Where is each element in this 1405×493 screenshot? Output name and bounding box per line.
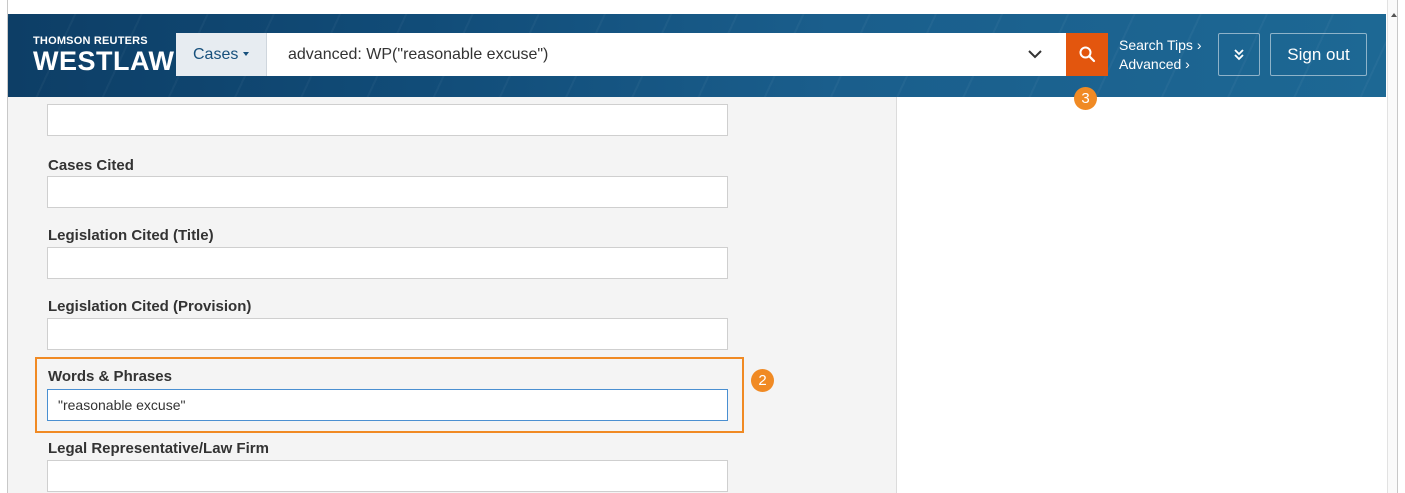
legislation-title-label: Legislation Cited (Title) (48, 227, 214, 244)
legal-representative-label: Legal Representative/Law Firm (48, 440, 269, 457)
court-file-number-input[interactable] (47, 104, 728, 136)
westlaw-logo[interactable]: THOMSON REUTERS WESTLAW (33, 35, 175, 76)
step-2-highlight (35, 357, 744, 433)
legislation-provision-label: Legislation Cited (Provision) (48, 298, 252, 315)
search-bar: Cases advanced: WP("reasonable excuse") (176, 33, 1108, 76)
more-options-button[interactable] (1218, 33, 1260, 76)
advanced-link[interactable]: Advanced › (1119, 55, 1201, 74)
advanced-search-form: Court File Number Cases Cited Legislatio… (8, 97, 897, 493)
brand-main: WESTLAW (33, 46, 175, 76)
search-links: Search Tips › Advanced › (1119, 36, 1201, 74)
cases-cited-input[interactable] (47, 176, 728, 208)
cases-cited-label: Cases Cited (48, 157, 134, 174)
legislation-title-input[interactable] (47, 247, 728, 279)
right-panel (898, 97, 1386, 493)
app-header: THOMSON REUTERS WESTLAW Cases advanced: … (8, 14, 1386, 97)
search-input[interactable]: advanced: WP("reasonable excuse") (288, 33, 548, 76)
search-button[interactable] (1066, 33, 1108, 76)
scrollbar[interactable] (1387, 0, 1397, 493)
step-3-badge: 3 (1074, 87, 1097, 110)
step-2-badge: 2 (751, 369, 774, 392)
scope-dropdown[interactable]: Cases (176, 33, 267, 76)
legislation-provision-input[interactable] (47, 318, 728, 350)
browser-frame: THOMSON REUTERS WESTLAW Cases advanced: … (7, 0, 1398, 493)
scope-label: Cases (193, 46, 239, 63)
search-icon (1079, 46, 1096, 63)
chevron-down-icon[interactable] (1026, 47, 1044, 61)
sign-out-button[interactable]: Sign out (1270, 33, 1367, 76)
caret-down-icon (243, 52, 249, 56)
legal-representative-input[interactable] (47, 460, 728, 492)
search-tips-link[interactable]: Search Tips › (1119, 36, 1201, 55)
double-chevron-down-icon (1234, 49, 1244, 61)
scroll-up-arrow-icon[interactable] (1391, 13, 1397, 17)
